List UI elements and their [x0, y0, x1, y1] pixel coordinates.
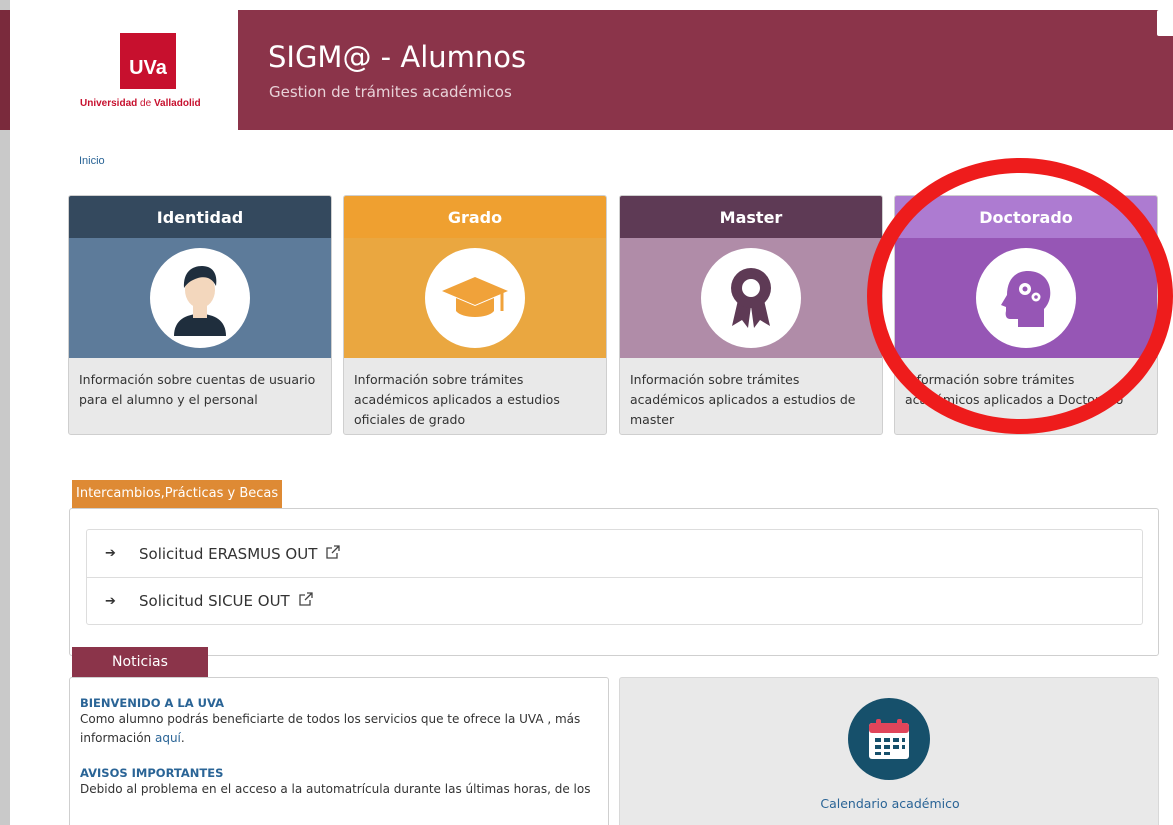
news-body: Debido al problema en el acceso a la aut… — [80, 782, 591, 796]
calendar-panel[interactable]: Calendario académico — [619, 677, 1159, 825]
card-description: Información sobre trámites académicos ap… — [630, 372, 856, 427]
arrow-right-icon: ➔ — [105, 593, 116, 609]
card-title: Master — [620, 196, 882, 238]
news-body: Como alumno podrás beneficiarte de todos… — [80, 710, 598, 748]
university-logo[interactable]: UVa Universidad de Valladolid — [60, 10, 238, 130]
head-gears-icon — [976, 248, 1076, 348]
external-link-icon — [325, 544, 341, 564]
card-title: Doctorado — [895, 196, 1157, 238]
card-image — [895, 238, 1157, 358]
news-panel: BIENVENIDO A LA UVA Como alumno podrás b… — [69, 677, 609, 825]
card-description: Información sobre trámites académicos ap… — [905, 372, 1124, 407]
card-image — [620, 238, 882, 358]
breadcrumb-home[interactable]: Inicio — [79, 155, 105, 167]
calendar-icon — [848, 698, 930, 780]
corner-menu-button[interactable] — [1157, 10, 1173, 36]
arrow-right-icon: ➔ — [105, 546, 116, 561]
card-title: Identidad — [69, 196, 331, 238]
news-more-link[interactable]: aquí — [155, 731, 181, 745]
news-title[interactable]: BIENVENIDO A LA UVA — [80, 696, 598, 710]
logo-caption-b: Valladolid — [153, 98, 201, 109]
graduation-cap-icon — [425, 248, 525, 348]
exchange-panel: ➔ Solicitud ERASMUS OUT ➔ Solicitud SICU… — [69, 508, 1159, 656]
news-body-tail: . — [180, 731, 185, 745]
external-link-icon — [298, 591, 314, 611]
exchange-list: ➔ Solicitud ERASMUS OUT ➔ Solicitud SICU… — [86, 529, 1143, 625]
link-label: Solicitud SICUE OUT — [139, 592, 290, 610]
award-ribbon-icon — [701, 248, 801, 348]
card-description: Información sobre cuentas de usuario par… — [79, 372, 316, 407]
news-tab[interactable]: Noticias — [72, 647, 208, 677]
logo-caption: Universidad de Valladolid — [80, 98, 201, 109]
site-title: SIGM@ - Alumnos — [268, 40, 527, 74]
card-title: Grado — [344, 196, 606, 238]
exchange-tab: Intercambios,Prácticas y Becas — [72, 480, 283, 508]
link-label: Solicitud ERASMUS OUT — [139, 544, 318, 563]
news-title[interactable]: AVISOS IMPORTANTES — [80, 766, 598, 780]
site-subtitle: Gestion de trámites académicos — [269, 83, 512, 101]
logo-mark: UVa — [120, 33, 176, 89]
card-grado[interactable]: Grado Información sobre trámites académi… — [343, 195, 607, 435]
link-sicue-out[interactable]: ➔ Solicitud SICUE OUT — [87, 577, 1142, 624]
card-identidad[interactable]: Identidad Información sobre cuentas de u… — [68, 195, 332, 435]
card-image — [344, 238, 606, 358]
card-image — [69, 238, 331, 358]
site-header: UVa Universidad de Valladolid SIGM@ - Al… — [60, 10, 1173, 130]
link-erasmus-out[interactable]: ➔ Solicitud ERASMUS OUT — [87, 530, 1142, 577]
user-avatar-icon — [150, 248, 250, 348]
logo-caption-a: Universidad — [80, 98, 138, 109]
calendar-link[interactable]: Calendario académico — [620, 796, 1160, 811]
card-doctorado[interactable]: Doctorado Información sobre trámites aca… — [894, 195, 1158, 435]
card-master[interactable]: Master Información sobre trámites académ… — [619, 195, 883, 435]
logo-caption-de: de — [137, 98, 154, 109]
left-border-accent — [0, 10, 10, 130]
card-description: Información sobre trámites académicos ap… — [354, 372, 560, 427]
